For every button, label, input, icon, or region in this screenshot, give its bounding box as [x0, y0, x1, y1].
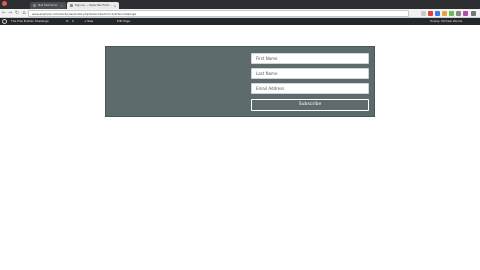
forward-icon[interactable]: →: [7, 10, 13, 16]
first-name-field[interactable]: First Name: [251, 53, 369, 64]
tab-title: Sign up — Subscribe Form — Kit Free Buil…: [75, 4, 111, 7]
browser-tab-1[interactable]: Mail Mailchimp Subscribe Form ×: [30, 2, 66, 9]
reload-icon[interactable]: ↻: [14, 10, 20, 16]
wp-admin-bar: The Free Builder Challenge ✉ 0 + New Edi…: [0, 18, 480, 25]
browser-tab-2-active[interactable]: Sign up — Subscribe Form — Kit Free Buil…: [67, 2, 119, 9]
extension-icon[interactable]: [428, 11, 433, 16]
subscribe-button[interactable]: Subscribe: [251, 99, 369, 111]
last-name-field[interactable]: Last Name: [251, 68, 369, 79]
admin-bar-edit-page[interactable]: Edit Page: [117, 18, 130, 25]
extension-icon[interactable]: [449, 11, 454, 16]
extension-icon[interactable]: [463, 11, 468, 16]
home-icon[interactable]: ⌂: [21, 10, 27, 16]
admin-bar-site-name[interactable]: The Free Builder Challenge: [11, 18, 49, 25]
tab-title: Mail Mailchimp Subscribe Form: [38, 4, 58, 7]
address-bar[interactable]: www.example.com/wordpress/index.php?subs…: [28, 10, 409, 17]
browser-tab-strip: Mail Mailchimp Subscribe Form × Sign up …: [0, 0, 480, 9]
tab-close-icon[interactable]: ×: [113, 4, 116, 8]
close-window-icon[interactable]: [2, 1, 7, 6]
admin-bar-comments-count[interactable]: 0: [72, 18, 74, 25]
browser-toolbar: ← → ↻ ⌂ www.example.com/wordpress/index.…: [0, 9, 480, 18]
admin-bar-account[interactable]: Howdy, Michael Woods: [430, 18, 462, 25]
comments-icon[interactable]: ✉: [66, 18, 68, 25]
email-field[interactable]: Email Address: [251, 83, 369, 94]
extension-icon[interactable]: [421, 11, 426, 16]
browser-menu-icon[interactable]: [471, 11, 476, 16]
admin-bar-new[interactable]: + New: [84, 18, 93, 25]
wordpress-logo-icon[interactable]: [2, 19, 7, 24]
subscribe-panel: First Name Last Name Email Address Subsc…: [105, 46, 375, 117]
extension-icon[interactable]: [442, 11, 447, 16]
extension-icon[interactable]: [456, 11, 461, 16]
extension-icon[interactable]: [435, 11, 440, 16]
tab-close-icon[interactable]: ×: [60, 4, 63, 8]
page-favicon-icon: [70, 4, 73, 7]
page-favicon-icon: [33, 4, 36, 7]
